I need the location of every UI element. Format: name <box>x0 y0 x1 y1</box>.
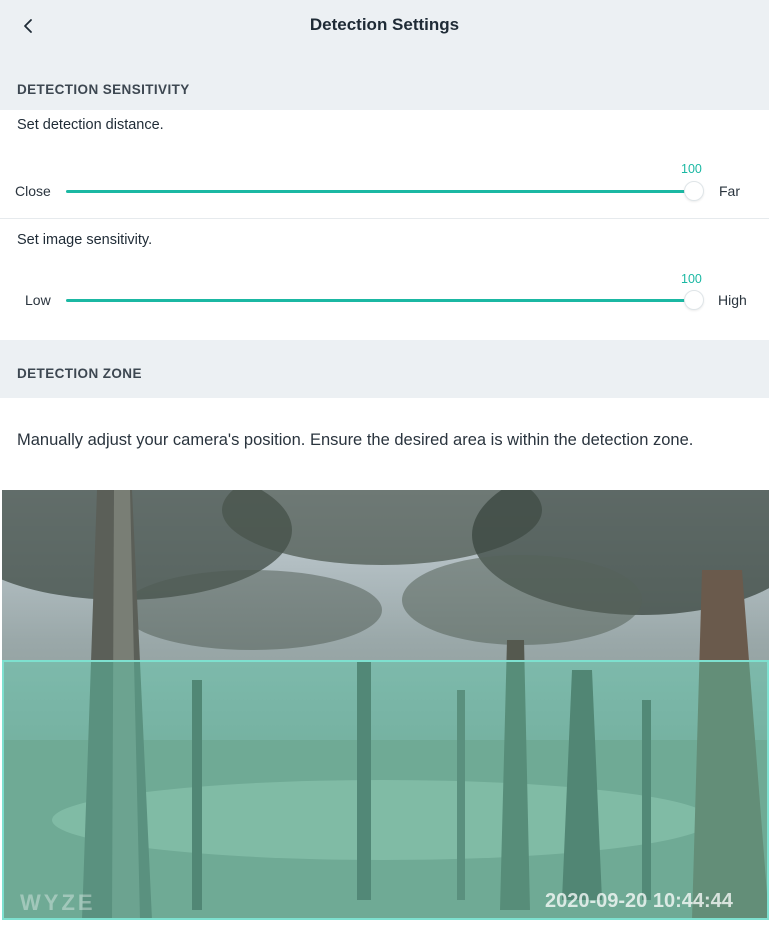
distance-value: 100 <box>681 162 702 176</box>
image-sensitivity-slider[interactable] <box>66 299 694 302</box>
image-sensitivity-max-label: High <box>718 292 747 308</box>
section-detection-sensitivity: DETECTION SENSITIVITY <box>0 56 769 110</box>
image-sensitivity-label: Set image sensitivity. <box>17 232 153 248</box>
image-sensitivity-row: Set image sensitivity. 100 Low High <box>0 220 769 340</box>
distance-label: Set detection distance. <box>17 117 164 133</box>
image-sensitivity-slider-thumb[interactable] <box>684 290 704 310</box>
section-detection-zone: DETECTION ZONE <box>0 340 769 398</box>
image-sensitivity-value: 100 <box>681 272 702 286</box>
distance-slider[interactable] <box>66 190 694 193</box>
distance-max-label: Far <box>719 183 740 199</box>
header-bar: Detection Settings <box>0 0 769 56</box>
image-sensitivity-min-label: Low <box>25 292 51 308</box>
detection-zone-box[interactable] <box>2 660 769 920</box>
distance-slider-thumb[interactable] <box>684 181 704 201</box>
camera-timestamp: 2020-09-20 10:44:44 <box>545 890 733 912</box>
distance-setting-row: Set detection distance. 100 Close Far <box>0 110 769 219</box>
camera-watermark: WYZE <box>20 890 96 915</box>
distance-min-label: Close <box>15 183 51 199</box>
zone-description: Manually adjust your camera's position. … <box>17 431 694 449</box>
section-heading-zone: DETECTION ZONE <box>17 366 142 381</box>
camera-preview: WYZE 2020-09-20 10:44:44 <box>2 490 769 920</box>
page-title: Detection Settings <box>309 15 460 34</box>
section-heading-sensitivity: DETECTION SENSITIVITY <box>17 82 190 97</box>
